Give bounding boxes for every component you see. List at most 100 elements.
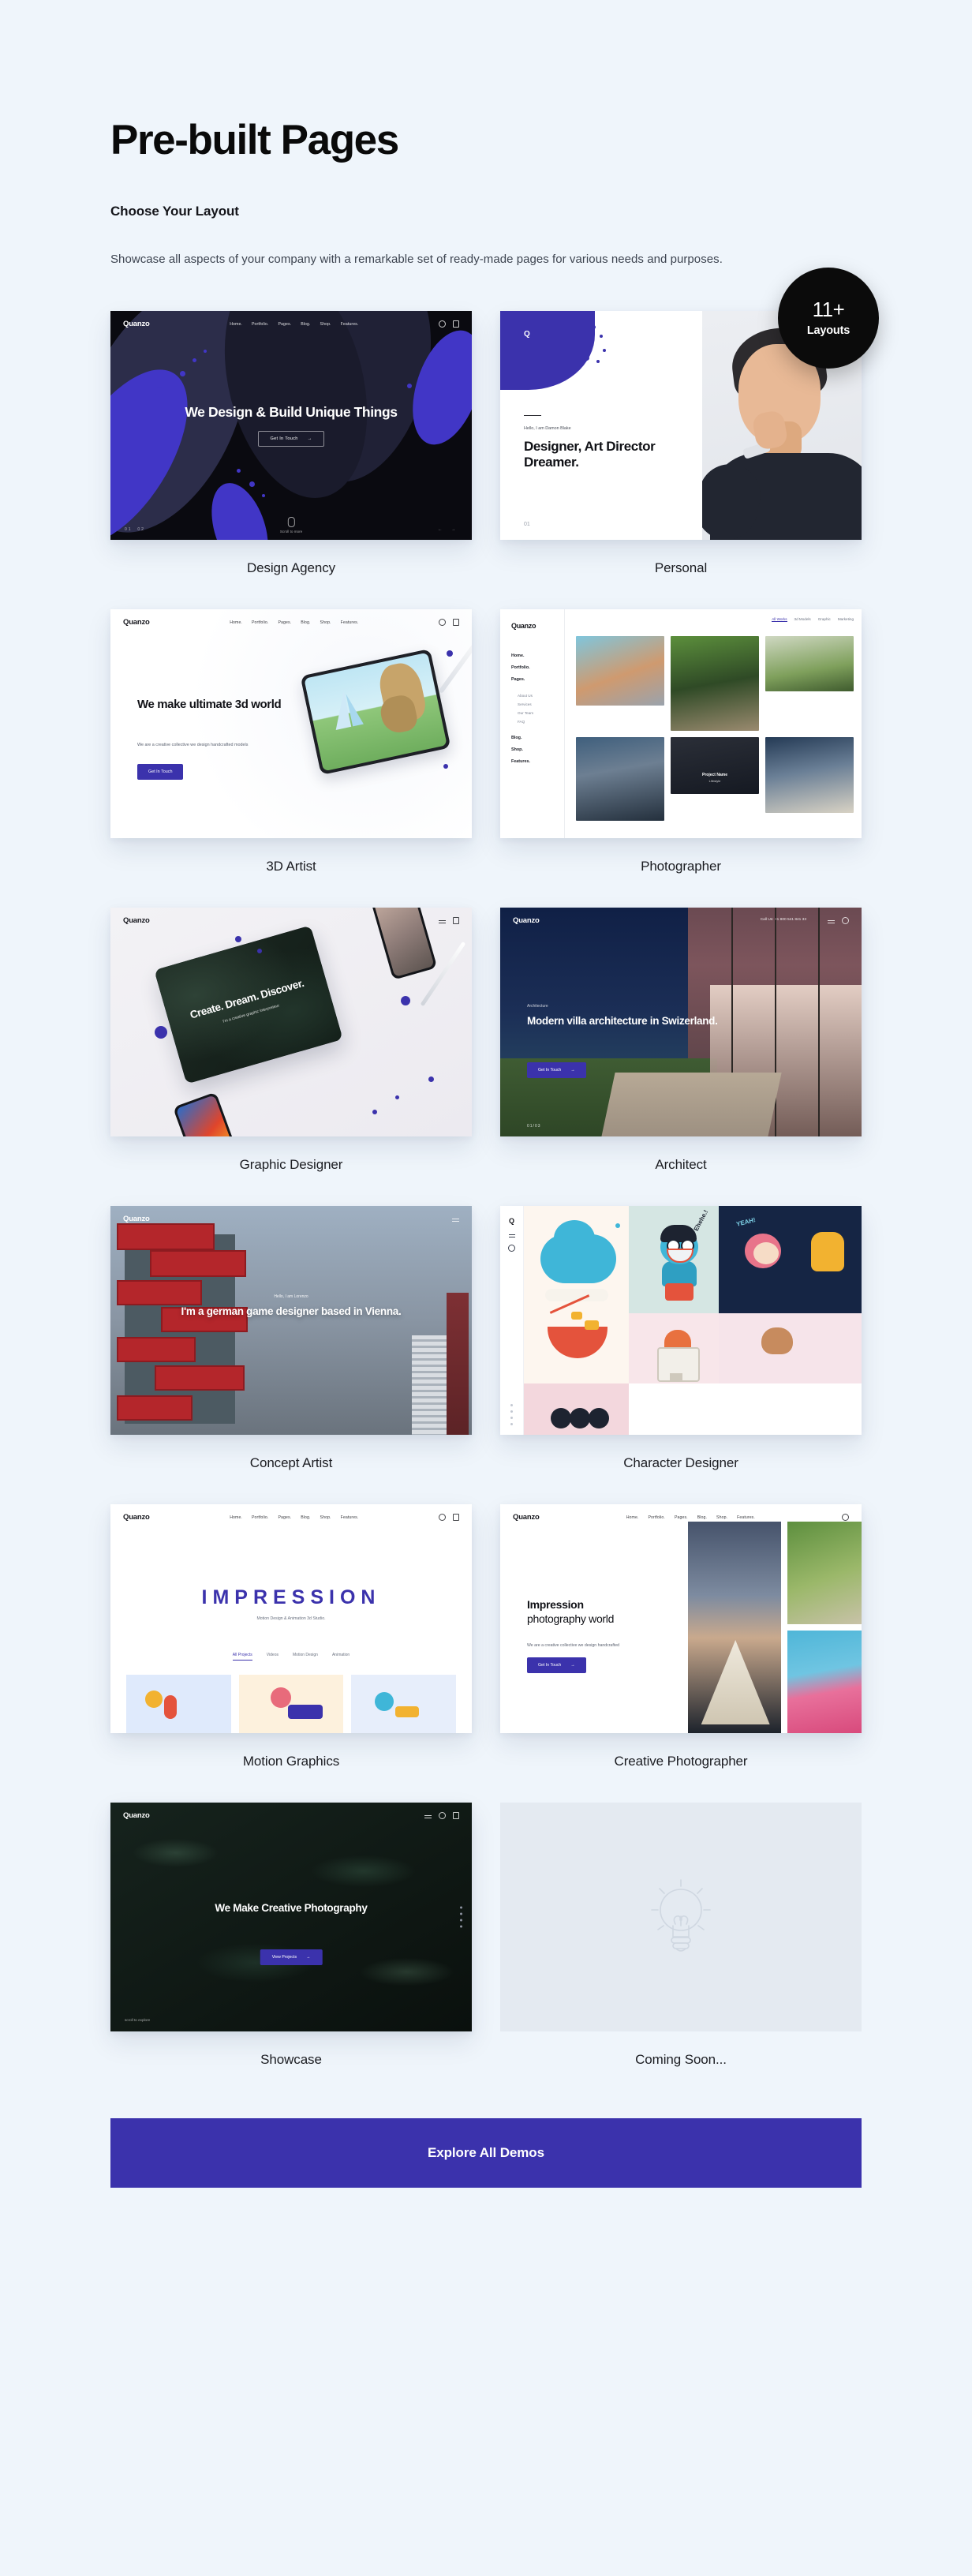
decorative-dot bbox=[155, 1025, 167, 1039]
nav-link: Features. bbox=[340, 620, 359, 625]
nav-icons bbox=[438, 1514, 459, 1522]
demo-preview: Quanzo Call Us: +1 800 541 841 33 Archit… bbox=[500, 907, 862, 1136]
brand-logo: Quanzo bbox=[123, 1811, 150, 1821]
brand-logo: Quanzo bbox=[123, 1215, 150, 1224]
badge-count: 11+ bbox=[812, 297, 845, 321]
preview-cta-button: Get In Touch → bbox=[258, 431, 324, 447]
preview-navbar: Quanzo Home. Portfolio. Pages. Blog. Sho… bbox=[110, 1504, 472, 1531]
demo-preview-placeholder bbox=[500, 1802, 862, 2031]
search-icon bbox=[439, 1812, 446, 1820]
section-subtitle: Choose Your Layout bbox=[110, 203, 239, 219]
demo-label: Motion Graphics bbox=[242, 1753, 340, 1769]
preview-hero: Create. Dream. Discover. I'm a creative … bbox=[154, 925, 342, 1084]
illustration-grid: Ehehe.! YEAH! bbox=[524, 1205, 862, 1435]
brand-logo: Quanzo bbox=[123, 320, 150, 329]
demo-card-photographer[interactable]: Quanzo Home. Portfolio. Pages. About Us … bbox=[500, 608, 862, 908]
decorative-dot bbox=[401, 995, 410, 1005]
sidebar-item-faq: FAQ bbox=[518, 719, 525, 724]
demo-grid: Quanzo Home. Portfolio. Pages. Blog. Sho… bbox=[110, 267, 879, 2101]
thumbnail-wrap: Quanzo Home. Portfolio. Pages. Blog. Sho… bbox=[110, 1503, 472, 1733]
preview-cta-button: View Projects → bbox=[260, 1949, 323, 1965]
sidebar-item-services: Services bbox=[518, 702, 532, 706]
nav-links: Home. Portfolio. Pages. Blog. Shop. Feat… bbox=[626, 1515, 755, 1520]
preview-headline: IMPRESSION bbox=[201, 1586, 381, 1608]
brand-logo: Quanzo bbox=[123, 1513, 150, 1522]
demo-label: Personal bbox=[654, 560, 708, 575]
nav-icons bbox=[828, 917, 849, 925]
demo-card-personal[interactable]: 11+ Layouts Q Hello, I am Damon Blake De… bbox=[500, 267, 879, 609]
preview-left-column: Q Hello, I am Damon Blake Designer, Art … bbox=[500, 310, 702, 540]
sidebar-item-shop: Shop. bbox=[511, 747, 523, 752]
blue-character-illustration bbox=[656, 1224, 703, 1305]
preview-cta-label: Get In Touch bbox=[538, 1067, 562, 1073]
demo-card-3d-artist[interactable]: Quanzo Home. Portfolio. Pages. Blog. Sho… bbox=[110, 608, 472, 908]
sidebar-item-blog: Blog. bbox=[511, 735, 522, 740]
red-tower-building bbox=[117, 1219, 248, 1435]
project-thumb bbox=[351, 1674, 456, 1733]
demo-card-showcase[interactable]: Quanzo We Make Creative Photography View… bbox=[110, 1802, 472, 2101]
preview-left-column: Impression photography world We are a cr… bbox=[500, 1504, 688, 1733]
demo-card-motion-graphics[interactable]: Quanzo Home. Portfolio. Pages. Blog. Sho… bbox=[110, 1503, 472, 1803]
layouts-count-badge: 11+ Layouts bbox=[778, 267, 879, 369]
nav-link: Blog. bbox=[697, 1515, 708, 1520]
preview-eyebrow: Hello, I am Lorenzo bbox=[274, 1294, 308, 1299]
walkway bbox=[601, 1072, 782, 1136]
search-icon bbox=[438, 1514, 446, 1522]
tent-shape bbox=[701, 1639, 770, 1725]
demo-card-design-agency[interactable]: Quanzo Home. Portfolio. Pages. Blog. Sho… bbox=[110, 310, 472, 609]
nav-link: Features. bbox=[340, 321, 359, 327]
filter-graphic: Graphic bbox=[817, 616, 831, 621]
speech-text: Ehehe.! bbox=[692, 1208, 710, 1233]
nav-link: Shop. bbox=[320, 1515, 331, 1520]
explore-all-demos-button[interactable]: Explore All Demos bbox=[110, 2117, 862, 2188]
nav-link: Home. bbox=[230, 620, 242, 625]
decorative-dot bbox=[428, 1076, 434, 1082]
demo-label: Creative Photographer bbox=[614, 1753, 748, 1769]
demo-preview: Quanzo Home. Portfolio. Pages. Blog. Sho… bbox=[110, 1503, 472, 1733]
preview-headline-bold: Impression bbox=[527, 1597, 584, 1611]
nav-link: Blog. bbox=[301, 620, 311, 625]
demo-label: 3D Artist bbox=[266, 858, 316, 874]
menu-icon bbox=[828, 920, 835, 922]
photo-cell[interactable]: Project Name Lifestyle bbox=[671, 736, 759, 794]
sidebar-item-home: Home. bbox=[511, 653, 525, 658]
search-icon bbox=[438, 320, 446, 328]
illustration-cell: YEAH! bbox=[719, 1205, 862, 1313]
sidebar-subnav: About Us Services Our Team FAQ bbox=[518, 694, 553, 724]
social-dots bbox=[510, 1403, 513, 1425]
search-icon bbox=[438, 619, 446, 627]
lightbulb-icon bbox=[651, 1879, 711, 1952]
demo-card-architect[interactable]: Quanzo Call Us: +1 800 541 841 33 Archit… bbox=[500, 907, 862, 1206]
preview-description: We are a creative collective we design h… bbox=[527, 1642, 619, 1648]
demo-card-creative-photographer[interactable]: Quanzo Home. Portfolio. Pages. Blog. Sho… bbox=[500, 1503, 862, 1803]
demo-card-graphic-designer[interactable]: Quanzo Create. Dream. Discover. I'm a cr… bbox=[110, 907, 472, 1206]
nav-link: Shop. bbox=[320, 620, 331, 625]
thumbnail-wrap: Quanzo We Make Creative Photography View… bbox=[110, 1802, 472, 2031]
demo-preview: Quanzo Hello, I am Lorenzo I'm a german … bbox=[110, 1205, 472, 1435]
photo-column bbox=[787, 1521, 862, 1733]
preview-headline: We make ultimate 3d world bbox=[137, 697, 282, 711]
preview-cta-label: View Projects bbox=[271, 1954, 297, 1960]
demo-preview: Quanzo Home. Portfolio. Pages. About Us … bbox=[500, 608, 862, 838]
illustration-cell bbox=[628, 1383, 720, 1435]
preview-description: We are a creative collective we design h… bbox=[137, 742, 249, 747]
preview-navbar: Quanzo bbox=[500, 908, 862, 934]
project-filters: All Projects Videos Motion Design Animat… bbox=[110, 1653, 472, 1661]
demo-card-concept-artist[interactable]: Quanzo Hello, I am Lorenzo I'm a german … bbox=[110, 1205, 472, 1504]
sidebar-nav: Home. Portfolio. Pages. About Us Service… bbox=[511, 653, 553, 764]
photo-cell bbox=[787, 1630, 862, 1733]
demo-label: Coming Soon... bbox=[635, 2051, 727, 2067]
divider bbox=[524, 414, 541, 417]
photo-caption-sub: Lifestyle bbox=[708, 778, 721, 783]
preview-sidebar: Quanzo Home. Portfolio. Pages. About Us … bbox=[500, 608, 565, 838]
demo-card-character-designer[interactable]: Q Ehehe.! YEAH! Character Designer bbox=[500, 1205, 862, 1504]
brand-logo-mark: Q bbox=[524, 329, 530, 339]
menu-icon bbox=[424, 1815, 432, 1817]
brand-splash bbox=[500, 310, 595, 390]
preview-navbar: Quanzo Home. Portfolio. Pages. Blog. Sho… bbox=[110, 311, 472, 338]
nav-link: Portfolio. bbox=[251, 321, 269, 327]
cart-icon bbox=[453, 917, 459, 925]
preview-headline-light: photography world bbox=[527, 1612, 615, 1626]
photo-cell bbox=[765, 736, 854, 813]
nav-link: Home. bbox=[230, 1515, 242, 1520]
